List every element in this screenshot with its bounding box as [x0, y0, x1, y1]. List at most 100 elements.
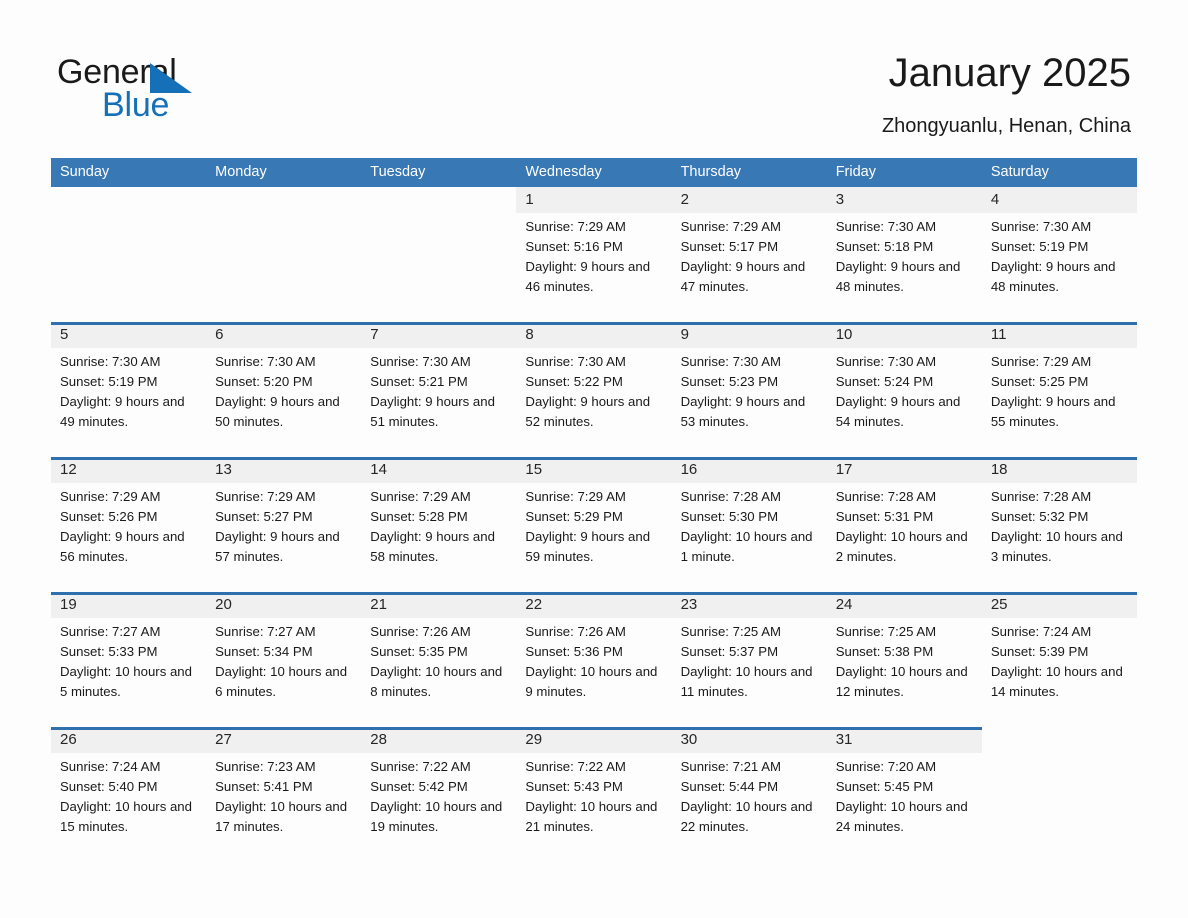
day-number: 12	[60, 461, 77, 478]
day-details: Sunrise: 7:27 AM Sunset: 5:34 PM Daylight:…	[206, 618, 361, 702]
calendar-day-cell[interactable]: 5 Sunrise: 7:30 AM Sunset: 5:19 PM Daylight…	[51, 322, 207, 449]
daylight-text: Daylight: 10 hours and 17 minutes.	[215, 799, 348, 834]
calendar-day-cell[interactable]: 17 Sunrise: 7:28 AM Sunset: 5:31 PM Dayligh…	[826, 457, 982, 584]
day-number: 25	[990, 596, 1008, 613]
calendar-day-cell[interactable]: 13 Sunrise: 7:29 AM Sunset: 5:27 PM Dayligh…	[206, 457, 362, 584]
day-details: Sunrise: 7:20 AM Sunset: 5:45 PM Daylight:…	[827, 753, 982, 837]
sunset-text: Sunset: 5:20 PM	[215, 374, 313, 389]
page-title: January 2025	[888, 51, 1131, 95]
calendar-day-cell[interactable]: 24 Sunrise: 7:25 AM Sunset: 5:38 PM Dayligh…	[826, 592, 982, 719]
day-number-band: 18	[981, 457, 1137, 483]
day-number: 3	[835, 191, 845, 208]
sunset-text: Sunset: 5:44 PM	[680, 779, 779, 794]
weekday-header-saturday: Saturday	[990, 164, 1049, 180]
day-number-band: 11	[981, 322, 1137, 348]
sunset-text: Sunset: 5:24 PM	[835, 374, 934, 389]
day-number-band: 23	[671, 592, 827, 618]
sunrise-text: Sunrise: 7:28 AM	[990, 489, 1092, 504]
calendar-day-cell[interactable]: 10 Sunrise: 7:30 AM Sunset: 5:24 PM Dayligh…	[826, 322, 982, 449]
calendar-day-cell[interactable]: 25 Sunrise: 7:24 AM Sunset: 5:39 PM Dayligh…	[981, 592, 1138, 719]
calendar-week-row: 19 Sunrise: 7:27 AM Sunset: 5:33 PM Dayligh…	[51, 592, 1138, 719]
day-details: Sunrise: 7:22 AM Sunset: 5:42 PM Daylight:…	[361, 753, 516, 837]
sunrise-text: Sunrise: 7:25 AM	[680, 624, 781, 639]
daylight-text: Daylight: 9 hours and 52 minutes.	[525, 394, 651, 429]
calendar-day-cell[interactable]: 1 Sunrise: 7:29 AM Sunset: 5:16 PM Daylight…	[516, 187, 672, 314]
calendar-day-cell[interactable]: 14 Sunrise: 7:29 AM Sunset: 5:28 PM Dayligh…	[361, 457, 517, 584]
calendar-day-cell[interactable]: 4 Sunrise: 7:30 AM Sunset: 5:19 PM Daylight…	[981, 187, 1137, 314]
calendar-day-cell[interactable]: 19 Sunrise: 7:27 AM Sunset: 5:33 PM Dayligh…	[51, 592, 207, 719]
sunrise-text: Sunrise: 7:30 AM	[835, 219, 937, 234]
day-number: 30	[680, 731, 698, 748]
calendar-day-cell[interactable]: 31 Sunrise: 7:20 AM Sunset: 5:45 PM Dayligh…	[826, 727, 982, 854]
calendar-day-cell[interactable]: 6 Sunrise: 7:30 AM Sunset: 5:20 PM Daylight…	[206, 322, 362, 449]
day-number-band: 4	[981, 187, 1137, 213]
calendar-day-cell[interactable]: 8 Sunrise: 7:30 AM Sunset: 5:22 PM Daylight…	[516, 322, 672, 449]
calendar-day-cell[interactable]: 12 Sunrise: 7:29 AM Sunset: 5:26 PM Dayligh…	[51, 457, 207, 584]
sunset-text: Sunset: 5:45 PM	[835, 779, 934, 794]
calendar-week-row: 1 Sunrise: 7:29 AM Sunset: 5:16 PM Daylight…	[51, 187, 1137, 314]
sunrise-text: Sunrise: 7:22 AM	[525, 759, 626, 774]
day-details: Sunrise: 7:30 AM Sunset: 5:23 PM Daylight:…	[672, 348, 827, 432]
calendar-day-cell[interactable]: 15 Sunrise: 7:29 AM Sunset: 5:29 PM Dayligh…	[516, 457, 672, 584]
calendar-day-cell[interactable]: 18 Sunrise: 7:28 AM Sunset: 5:32 PM Dayligh…	[981, 457, 1138, 584]
sunrise-text: Sunrise: 7:23 AM	[215, 759, 316, 774]
calendar-day-cell[interactable]: 26 Sunrise: 7:24 AM Sunset: 5:40 PM Dayligh…	[51, 727, 207, 854]
calendar-day-cell[interactable]: 9 Sunrise: 7:30 AM Sunset: 5:23 PM Daylight…	[671, 322, 827, 449]
day-number-band: 24	[826, 592, 982, 618]
day-number-band: 28	[361, 727, 517, 753]
day-number: 1	[525, 191, 534, 208]
sunset-text: Sunset: 5:43 PM	[525, 779, 623, 794]
calendar-day-cell[interactable]: 7 Sunrise: 7:30 AM Sunset: 5:21 PM Daylight…	[361, 322, 517, 449]
day-number-band: 9	[671, 322, 827, 348]
daylight-text: Daylight: 9 hours and 58 minutes.	[370, 529, 495, 564]
calendar-day-cell[interactable]: 30 Sunrise: 7:21 AM Sunset: 5:44 PM Dayligh…	[671, 727, 827, 854]
calendar-day-cell[interactable]: 23 Sunrise: 7:25 AM Sunset: 5:37 PM Dayligh…	[671, 592, 827, 719]
daylight-text: Daylight: 10 hours and 22 minutes.	[680, 799, 813, 834]
day-number-band: 12	[51, 457, 207, 483]
calendar-day-cell[interactable]: 22 Sunrise: 7:26 AM Sunset: 5:36 PM Dayligh…	[516, 592, 672, 719]
weekday-header-friday: Friday	[835, 164, 876, 180]
day-number-band	[51, 187, 206, 213]
day-number: 24	[835, 596, 853, 613]
calendar-day-cell[interactable]: 29 Sunrise: 7:22 AM Sunset: 5:43 PM Dayligh…	[516, 727, 672, 854]
day-number: 19	[60, 596, 77, 613]
sunrise-text: Sunrise: 7:29 AM	[525, 219, 626, 234]
day-number-band: 14	[361, 457, 517, 483]
daylight-text: Daylight: 9 hours and 49 minutes.	[60, 394, 185, 429]
sunrise-text: Sunrise: 7:25 AM	[835, 624, 937, 639]
logo-word-blue: Blue	[102, 86, 170, 124]
sunset-text: Sunset: 5:23 PM	[680, 374, 779, 389]
sunset-text: Sunset: 5:27 PM	[215, 509, 313, 524]
calendar-day-cell[interactable]: 16 Sunrise: 7:28 AM Sunset: 5:30 PM Dayligh…	[671, 457, 827, 584]
calendar-day-cell[interactable]: 2 Sunrise: 7:29 AM Sunset: 5:17 PM Daylight…	[671, 187, 827, 314]
day-number-band	[206, 187, 361, 213]
calendar-day-cell[interactable]: 20 Sunrise: 7:27 AM Sunset: 5:34 PM Dayligh…	[206, 592, 362, 719]
daylight-text: Daylight: 9 hours and 57 minutes.	[215, 529, 340, 564]
calendar-day-cell-empty	[361, 187, 516, 314]
day-number-band: 15	[516, 457, 672, 483]
day-number: 18	[990, 461, 1008, 478]
daylight-text: Daylight: 10 hours and 2 minutes.	[835, 529, 968, 564]
general-blue-logo: General Blue	[57, 52, 317, 132]
day-details: Sunrise: 7:28 AM Sunset: 5:32 PM Daylight:…	[982, 483, 1137, 567]
day-number-band: 3	[826, 187, 982, 213]
sunset-text: Sunset: 5:22 PM	[525, 374, 623, 389]
calendar-day-cell[interactable]: 11 Sunrise: 7:29 AM Sunset: 5:25 PM Dayligh…	[981, 322, 1138, 449]
sunset-text: Sunset: 5:17 PM	[680, 239, 779, 254]
day-details: Sunrise: 7:26 AM Sunset: 5:35 PM Daylight:…	[361, 618, 516, 702]
calendar-day-cell[interactable]: 27 Sunrise: 7:23 AM Sunset: 5:41 PM Dayligh…	[206, 727, 362, 854]
day-details: Sunrise: 7:30 AM Sunset: 5:19 PM Daylight:…	[51, 348, 206, 432]
daylight-text: Daylight: 10 hours and 14 minutes.	[990, 664, 1123, 699]
calendar-day-cell[interactable]: 28 Sunrise: 7:22 AM Sunset: 5:42 PM Dayligh…	[361, 727, 517, 854]
day-number: 22	[525, 596, 543, 613]
daylight-text: Daylight: 9 hours and 48 minutes.	[835, 259, 961, 294]
day-number-band: 6	[206, 322, 362, 348]
daylight-text: Daylight: 10 hours and 8 minutes.	[370, 664, 503, 699]
calendar-day-cell[interactable]: 21 Sunrise: 7:26 AM Sunset: 5:35 PM Dayligh…	[361, 592, 517, 719]
day-number: 13	[215, 461, 232, 478]
calendar-day-cell[interactable]: 3 Sunrise: 7:30 AM Sunset: 5:18 PM Daylight…	[826, 187, 982, 314]
day-details: Sunrise: 7:30 AM Sunset: 5:20 PM Daylight:…	[206, 348, 361, 432]
sunrise-text: Sunrise: 7:27 AM	[60, 624, 161, 639]
daylight-text: Daylight: 9 hours and 59 minutes.	[525, 529, 651, 564]
sunrise-text: Sunrise: 7:26 AM	[370, 624, 471, 639]
